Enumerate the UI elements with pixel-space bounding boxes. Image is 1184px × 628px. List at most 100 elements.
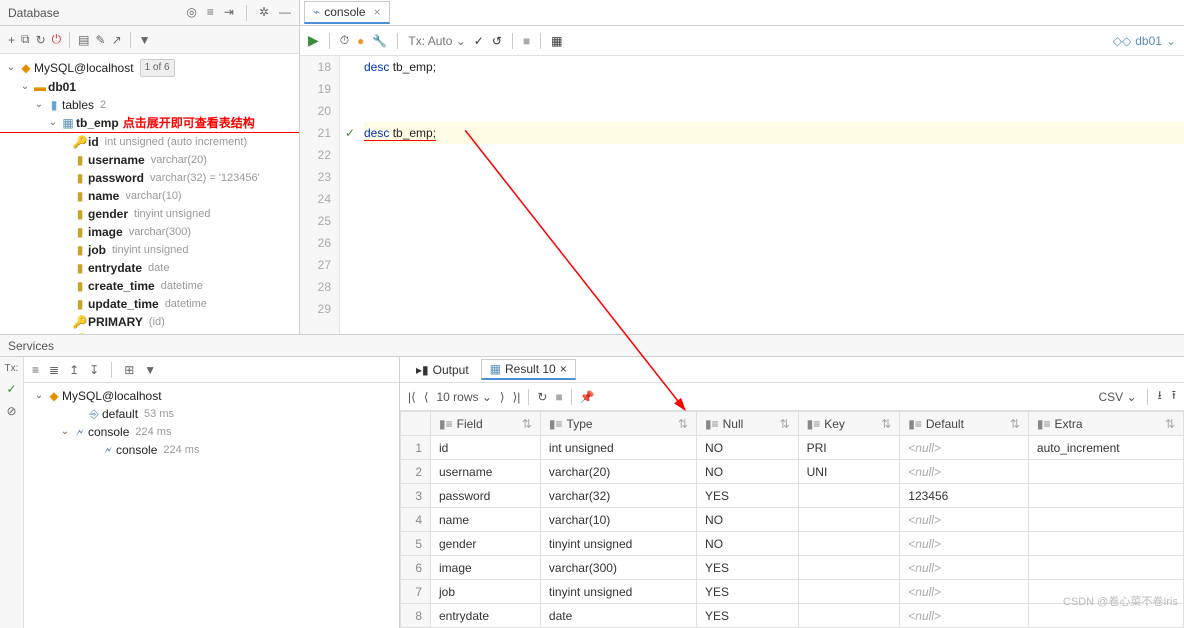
code-line[interactable]	[364, 78, 1184, 100]
code-line[interactable]: desc tb_emp;	[364, 56, 1184, 78]
table-cell[interactable]: date	[540, 604, 696, 628]
table-cell[interactable]: <null>	[900, 580, 1029, 604]
table-cell[interactable]: int unsigned	[540, 436, 696, 460]
column-header[interactable]: ▮≡Key⇅	[798, 412, 900, 436]
chevron-down-icon[interactable]: ⌄	[1166, 34, 1176, 48]
table-cell[interactable]: varchar(20)	[540, 460, 696, 484]
chevron-down-icon[interactable]: ⌄	[32, 97, 46, 113]
code-line[interactable]	[364, 232, 1184, 254]
table-cell[interactable]: image	[431, 556, 541, 580]
service-item[interactable]: ⌄🗲console224 ms	[24, 423, 399, 441]
target-icon[interactable]: ◎	[186, 5, 196, 21]
table-cell[interactable]: entrydate	[431, 604, 541, 628]
table-cell[interactable]: <null>	[900, 604, 1029, 628]
table-cell[interactable]: varchar(10)	[540, 508, 696, 532]
expand-icon[interactable]: ≡	[32, 363, 39, 377]
stop-icon[interactable]: ⏻	[52, 32, 62, 47]
table-row[interactable]: 6imagevarchar(300)YES<null>	[401, 556, 1184, 580]
next-page-icon[interactable]: ⟩	[500, 390, 505, 404]
table-row[interactable]: 5gendertinyint unsignedNO<null>	[401, 532, 1184, 556]
rows-label[interactable]: 10 rows ⌄	[437, 390, 492, 404]
close-icon[interactable]: ×	[374, 5, 381, 19]
prev-page-icon[interactable]: ⟨	[424, 390, 429, 404]
close-icon[interactable]: ×	[560, 362, 567, 376]
commit-icon[interactable]: ✓	[6, 382, 16, 396]
tab-console[interactable]: ⌁ console ×	[304, 1, 390, 24]
table-cell[interactable]: gender	[431, 532, 541, 556]
code-line[interactable]	[364, 100, 1184, 122]
schema-label[interactable]: db01	[48, 79, 76, 95]
sessions-icon[interactable]: ⊞	[124, 363, 134, 377]
table-cell[interactable]: 123456	[900, 484, 1029, 508]
explain-icon[interactable]: ●	[357, 34, 364, 48]
column-header[interactable]: ▮≡Extra⇅	[1028, 412, 1183, 436]
code-line[interactable]	[364, 298, 1184, 320]
column-row[interactable]: ▮passwordvarchar(32) = '123456'	[0, 169, 299, 187]
column-row[interactable]: ▮usernamevarchar(20)	[0, 151, 299, 169]
chevron-down-icon[interactable]: ⌄	[18, 79, 32, 95]
table-cell[interactable]: NO	[697, 436, 799, 460]
table-cell[interactable]: YES	[697, 556, 799, 580]
table-cell[interactable]	[798, 508, 900, 532]
table-cell[interactable]: YES	[697, 604, 799, 628]
stack-icon[interactable]: ≡	[207, 5, 214, 21]
sort-icon[interactable]: ⇅	[1010, 417, 1020, 431]
column-row[interactable]: 🔑emp_username_uindex(username)	[0, 331, 299, 334]
table-cell[interactable]	[798, 556, 900, 580]
sort-icon[interactable]: ⇅	[780, 417, 790, 431]
chevron-down-icon[interactable]: ⌄	[58, 424, 72, 440]
code-line[interactable]	[364, 254, 1184, 276]
chevron-down-icon[interactable]: ⌄	[46, 115, 60, 131]
tab-result[interactable]: ▦ Result 10 ×	[481, 359, 576, 380]
history-icon[interactable]: ⏱	[340, 33, 349, 48]
table-cell[interactable]: job	[431, 580, 541, 604]
table-cell[interactable]: <null>	[900, 436, 1029, 460]
table-cell[interactable]: NO	[697, 532, 799, 556]
layout-icon[interactable]: ▦	[551, 34, 562, 48]
column-row[interactable]: ▮create_timedatetime	[0, 277, 299, 295]
pin-icon[interactable]: 📌	[580, 390, 595, 404]
table-cell[interactable]	[798, 484, 900, 508]
column-header[interactable]: ▮≡Type⇅	[540, 412, 696, 436]
db-selector[interactable]: db01	[1135, 34, 1162, 48]
code-line[interactable]	[364, 188, 1184, 210]
table-cell[interactable]: <null>	[900, 556, 1029, 580]
wrench-icon[interactable]: 🔧	[372, 34, 387, 48]
connection-label[interactable]: MySQL@localhost	[34, 60, 134, 76]
table-cell[interactable]: id	[431, 436, 541, 460]
sort-icon[interactable]: ⇅	[1165, 417, 1175, 431]
chevron-down-icon[interactable]: ⌄	[32, 388, 46, 404]
add-icon[interactable]: +	[8, 33, 15, 47]
settings-icon[interactable]: ✲	[259, 5, 269, 21]
table-label[interactable]: tb_emp	[76, 115, 119, 131]
sort-icon[interactable]: ⇅	[678, 417, 688, 431]
table-cell[interactable]	[798, 580, 900, 604]
column-row[interactable]: ▮entrydatedate	[0, 259, 299, 277]
code-line[interactable]: desc tb_emp;	[364, 122, 1184, 144]
diagram-icon[interactable]: ▤	[78, 33, 89, 47]
tab-output[interactable]: ▸▮ Output	[408, 361, 477, 379]
sort-icon[interactable]: ⇅	[522, 417, 532, 431]
collapse-icon[interactable]: ⇥	[224, 5, 234, 21]
column-row[interactable]: ▮jobtinyint unsigned	[0, 241, 299, 259]
table-cell[interactable]	[1028, 556, 1183, 580]
first-page-icon[interactable]: |⟨	[408, 390, 416, 404]
table-cell[interactable]: YES	[697, 484, 799, 508]
table-cell[interactable]	[798, 604, 900, 628]
table-row[interactable]: 2usernamevarchar(20)NOUNI<null>	[401, 460, 1184, 484]
code-editor[interactable]: 181920212223242526272829 ✓ desc tb_emp;d…	[300, 56, 1184, 334]
jump-icon[interactable]: ↗	[112, 33, 122, 47]
table-row[interactable]: 4namevarchar(10)NO<null>	[401, 508, 1184, 532]
column-row[interactable]: ▮namevarchar(10)	[0, 187, 299, 205]
table-row[interactable]: 1idint unsignedNOPRI<null>auto_increment	[401, 436, 1184, 460]
reload-icon[interactable]: ↻	[537, 390, 547, 404]
table-row[interactable]: 3passwordvarchar(32)YES123456	[401, 484, 1184, 508]
code-line[interactable]	[364, 210, 1184, 232]
table-cell[interactable]: tinyint unsigned	[540, 580, 696, 604]
service-item[interactable]: 🗲console224 ms	[24, 441, 399, 459]
column-row[interactable]: ▮gendertinyint unsigned	[0, 205, 299, 223]
tx-mode-dropdown[interactable]: Tx: Auto ⌄	[408, 34, 465, 48]
filter-icon[interactable]: ▼	[139, 33, 151, 47]
table-cell[interactable]	[798, 532, 900, 556]
tables-folder-label[interactable]: tables	[62, 97, 94, 113]
